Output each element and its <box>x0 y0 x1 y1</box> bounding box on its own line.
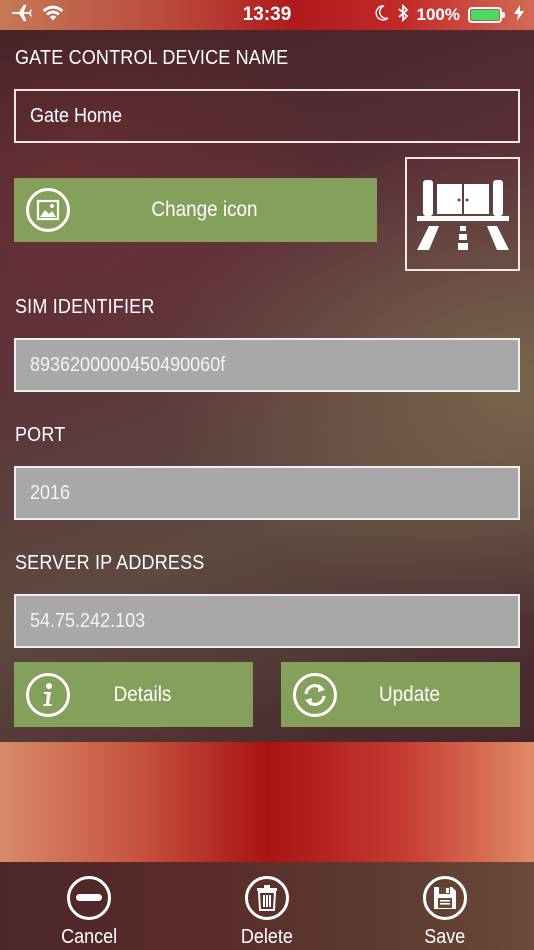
delete-label: Delete <box>240 926 294 948</box>
floppy-disk-icon <box>423 876 467 920</box>
details-label: Details <box>113 682 172 706</box>
gate-icon <box>415 172 511 257</box>
trash-icon <box>245 876 289 920</box>
update-button[interactable]: Update <box>281 662 520 727</box>
port-value: 2016 <box>30 481 71 504</box>
port-label: PORT <box>15 424 66 446</box>
server-ip-label: SERVER IP ADDRESS <box>15 552 205 574</box>
port-input[interactable]: 2016 <box>14 466 520 520</box>
sim-label: SIM IDENTIFIER <box>15 296 155 318</box>
bluetooth-icon <box>397 3 409 27</box>
device-name-value: Gate Home <box>30 104 123 127</box>
save-label: Save <box>424 926 466 948</box>
details-button[interactable]: Details <box>14 662 253 727</box>
charging-icon <box>514 4 524 26</box>
change-icon-button[interactable]: Change icon <box>14 178 377 242</box>
delete-button[interactable]: Delete <box>207 862 327 950</box>
cancel-button[interactable]: Cancel <box>29 862 149 950</box>
device-name-input[interactable]: Gate Home <box>14 89 520 143</box>
status-bar: 13:39 100% <box>0 0 534 30</box>
battery-icon <box>468 7 505 23</box>
wifi-icon <box>42 4 64 27</box>
change-icon-label: Change icon <box>151 198 258 221</box>
update-label: Update <box>379 682 440 706</box>
moon-icon <box>375 4 389 26</box>
minus-circle-icon <box>67 876 111 920</box>
server-ip-input[interactable]: 54.75.242.103 <box>14 594 520 648</box>
save-button[interactable]: Save <box>385 862 505 950</box>
sim-value: 8936200000450490060f <box>30 353 226 376</box>
sim-input[interactable]: 8936200000450490060f <box>14 338 520 392</box>
airplane-icon <box>10 4 32 27</box>
status-time: 13:39 <box>242 4 292 25</box>
cancel-label: Cancel <box>60 926 118 948</box>
server-ip-value: 54.75.242.103 <box>30 609 146 632</box>
decorative-band <box>0 742 534 862</box>
gate-icon-preview[interactable] <box>405 157 520 271</box>
battery-percent: 100% <box>416 5 460 24</box>
device-name-label: GATE CONTROL DEVICE NAME <box>15 47 289 69</box>
bottom-toolbar: Cancel Delete Save <box>0 862 534 950</box>
